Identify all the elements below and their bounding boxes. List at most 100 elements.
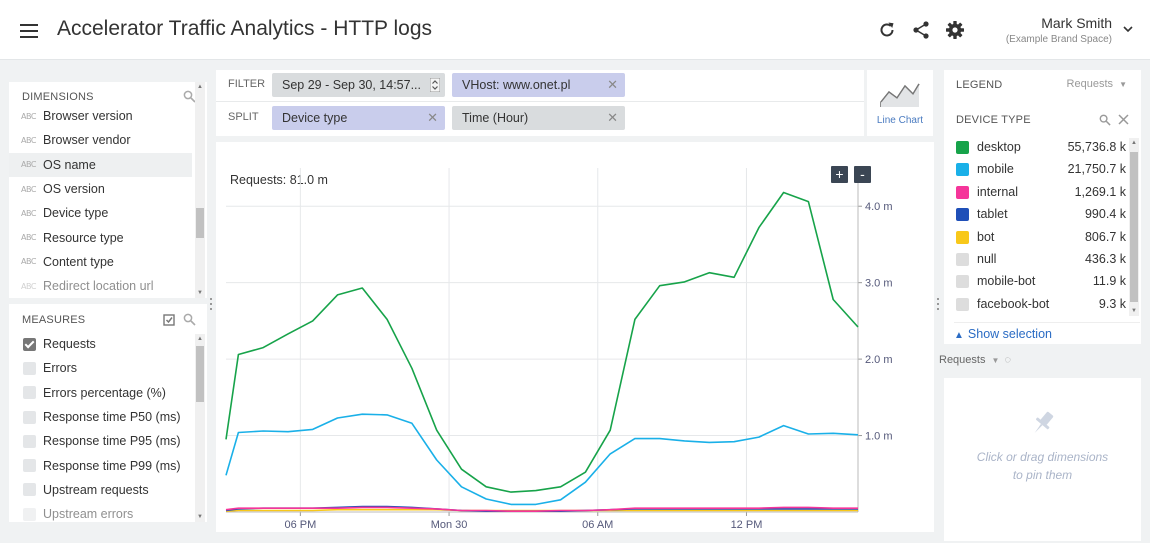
scrollbar-thumb[interactable] bbox=[196, 346, 204, 402]
share-icon[interactable] bbox=[911, 20, 931, 40]
dimensions-scrollbar[interactable]: ▲ ▼ bbox=[195, 82, 205, 298]
measure-label: Requests bbox=[43, 337, 96, 352]
pin-hint-line1: Click or drag dimensions bbox=[976, 450, 1109, 464]
close-icon[interactable]: ✕ bbox=[607, 110, 618, 126]
measure-item[interactable]: Response time P95 (ms) bbox=[9, 429, 192, 453]
y-tick-label: 1.0 m bbox=[865, 431, 893, 443]
filter-time-pill[interactable]: Sep 29 - Sep 30, 14:57... bbox=[272, 73, 445, 97]
multi-select-icon[interactable] bbox=[163, 313, 176, 326]
series-line-mobile bbox=[225, 413, 859, 506]
legend-row[interactable]: desktop 55,736.8 k bbox=[956, 138, 1126, 158]
legend-name: facebook-bot bbox=[977, 296, 1050, 311]
scroll-down-arrow[interactable]: ▼ bbox=[1130, 308, 1138, 314]
measures-scrollbar[interactable]: ▲ ▼ bbox=[195, 334, 205, 522]
measure-checkbox[interactable] bbox=[23, 337, 36, 351]
legend-value: 990.4 k bbox=[1084, 207, 1126, 222]
dimension-item[interactable]: ABC OS version bbox=[9, 177, 192, 201]
user-name: Mark Smith bbox=[1041, 15, 1112, 31]
measure-checkbox[interactable] bbox=[23, 434, 36, 448]
scroll-up-arrow[interactable]: ▲ bbox=[196, 84, 204, 90]
legend-swatch bbox=[956, 163, 969, 177]
show-selection-label: Show selection bbox=[967, 327, 1052, 341]
legend-value: 436.3 k bbox=[1084, 252, 1126, 266]
string-type-icon: ABC bbox=[21, 160, 36, 170]
search-icon[interactable] bbox=[183, 313, 196, 326]
scroll-down-arrow[interactable]: ▼ bbox=[196, 514, 204, 520]
dimension-label: OS name bbox=[43, 157, 96, 172]
dimension-item[interactable]: ABC Browser version bbox=[9, 104, 192, 128]
measure-checkbox[interactable] bbox=[23, 459, 36, 473]
pin-measure-select[interactable]: Requests ▼ ◌ bbox=[939, 354, 1011, 366]
legend-row[interactable]: null 436.3 k bbox=[956, 250, 1126, 270]
chevron-down-icon[interactable] bbox=[1122, 24, 1134, 34]
filter-vhost-pill[interactable]: VHost: www.onet.pl ✕ bbox=[452, 73, 625, 97]
measure-label: Upstream requests bbox=[43, 482, 149, 497]
measure-item[interactable]: Requests bbox=[9, 332, 192, 356]
search-icon[interactable] bbox=[1099, 114, 1111, 126]
legend-row[interactable]: tablet 990.4 k bbox=[956, 205, 1126, 225]
resize-handle[interactable] bbox=[210, 298, 213, 312]
legend-row[interactable]: bot 806.7 k bbox=[956, 228, 1126, 248]
line-chart[interactable]: Requests: 81.0 m 1.0 m 2.0 m 3.0 m 4.0 m 06 P… bbox=[216, 142, 934, 532]
close-icon[interactable]: ✕ bbox=[607, 77, 618, 93]
measure-item[interactable]: Upstream requests bbox=[9, 478, 192, 502]
legend-value: 21,750.7 k bbox=[1067, 162, 1126, 177]
series-line-desktop bbox=[225, 191, 859, 493]
zoom-out-button[interactable]: - bbox=[854, 166, 871, 183]
dimension-item[interactable]: ABC Content type bbox=[9, 250, 192, 274]
legend-name: internal bbox=[977, 184, 1018, 199]
filter-split-bar: FILTER Sep 29 - Sep 30, 14:57... VHost: … bbox=[216, 70, 864, 136]
scroll-up-arrow[interactable]: ▲ bbox=[1130, 140, 1138, 146]
scrollbar-thumb[interactable] bbox=[196, 208, 204, 238]
dimension-item[interactable]: ABC Redirect location url bbox=[9, 274, 192, 298]
string-type-icon: ABC bbox=[21, 184, 36, 194]
measure-item[interactable]: Response time P99 (ms) bbox=[9, 453, 192, 477]
measure-checkbox[interactable] bbox=[23, 386, 36, 400]
zoom-in-button[interactable]: + bbox=[831, 166, 848, 183]
dimension-item[interactable]: ABC Device type bbox=[9, 201, 192, 225]
filter-time-text: Sep 29 - Sep 30, 14:57... bbox=[282, 78, 421, 92]
refresh-icon[interactable] bbox=[877, 20, 897, 40]
measure-checkbox[interactable] bbox=[23, 410, 36, 424]
scrollbar-thumb[interactable] bbox=[1130, 152, 1138, 302]
legend-value: 806.7 k bbox=[1084, 229, 1126, 244]
measure-item[interactable]: Upstream errors bbox=[9, 502, 192, 522]
measure-item[interactable]: Errors bbox=[9, 356, 192, 380]
measure-item[interactable]: Errors percentage (%) bbox=[9, 381, 192, 405]
scroll-up-arrow[interactable]: ▲ bbox=[196, 336, 204, 342]
user-menu[interactable]: Mark Smith (Example Brand Space) bbox=[1006, 15, 1112, 45]
pin-board[interactable]: Click or drag dimensions to pin them bbox=[944, 378, 1141, 541]
measure-item[interactable]: Response time P50 (ms) bbox=[9, 405, 192, 429]
gear-icon[interactable] bbox=[945, 20, 965, 40]
legend-dimension-box: DEVICE TYPE desktop 55,736.8 k mobile 21,75… bbox=[944, 102, 1141, 344]
loading-icon: ◌ bbox=[1004, 354, 1012, 366]
measure-checkbox[interactable] bbox=[23, 483, 36, 497]
legend-swatch bbox=[956, 253, 969, 266]
split-time-pill[interactable]: Time (Hour) ✕ bbox=[452, 106, 625, 130]
scroll-down-arrow[interactable]: ▼ bbox=[196, 290, 204, 296]
measure-checkbox[interactable] bbox=[23, 361, 36, 375]
legend-row[interactable]: mobile-bot 11.9 k bbox=[956, 272, 1126, 292]
resize-handle[interactable] bbox=[937, 298, 940, 312]
dimensions-list: ABC Browser version ABC Browser vendor ABC OS… bbox=[9, 104, 192, 298]
hamburger-menu-icon[interactable] bbox=[20, 24, 38, 38]
dimension-item[interactable]: ABC OS name bbox=[9, 152, 192, 177]
show-selection-link[interactable]: ▲ Show selection bbox=[954, 322, 1140, 341]
visualization-selector[interactable]: Line Chart bbox=[867, 70, 933, 136]
y-tick-label: 2.0 m bbox=[865, 354, 893, 366]
measure-checkbox[interactable] bbox=[23, 507, 36, 521]
legend-scrollbar[interactable]: ▲ ▼ bbox=[1129, 138, 1139, 316]
legend-row[interactable]: mobile 21,750.7 k bbox=[956, 160, 1126, 180]
split-device-type-pill[interactable]: Device type ✕ bbox=[272, 106, 445, 130]
stepper-icon[interactable] bbox=[430, 78, 440, 92]
legend-row[interactable]: internal 1,269.1 k bbox=[956, 183, 1126, 203]
close-icon[interactable]: ✕ bbox=[427, 110, 438, 126]
legend-measure-select[interactable]: Requests ▼ bbox=[1067, 78, 1127, 90]
dimension-item[interactable]: ABC Resource type bbox=[9, 225, 192, 249]
measures-list: Requests Errors Errors percentage (%) Respo… bbox=[9, 332, 192, 522]
legend-row[interactable]: facebook-bot 9.3 k bbox=[956, 295, 1126, 315]
dimension-item[interactable]: ABC Browser vendor bbox=[9, 128, 192, 152]
legend-value: 55,736.8 k bbox=[1067, 140, 1126, 154]
close-icon[interactable] bbox=[1118, 114, 1129, 125]
string-type-icon: ABC bbox=[21, 111, 36, 121]
